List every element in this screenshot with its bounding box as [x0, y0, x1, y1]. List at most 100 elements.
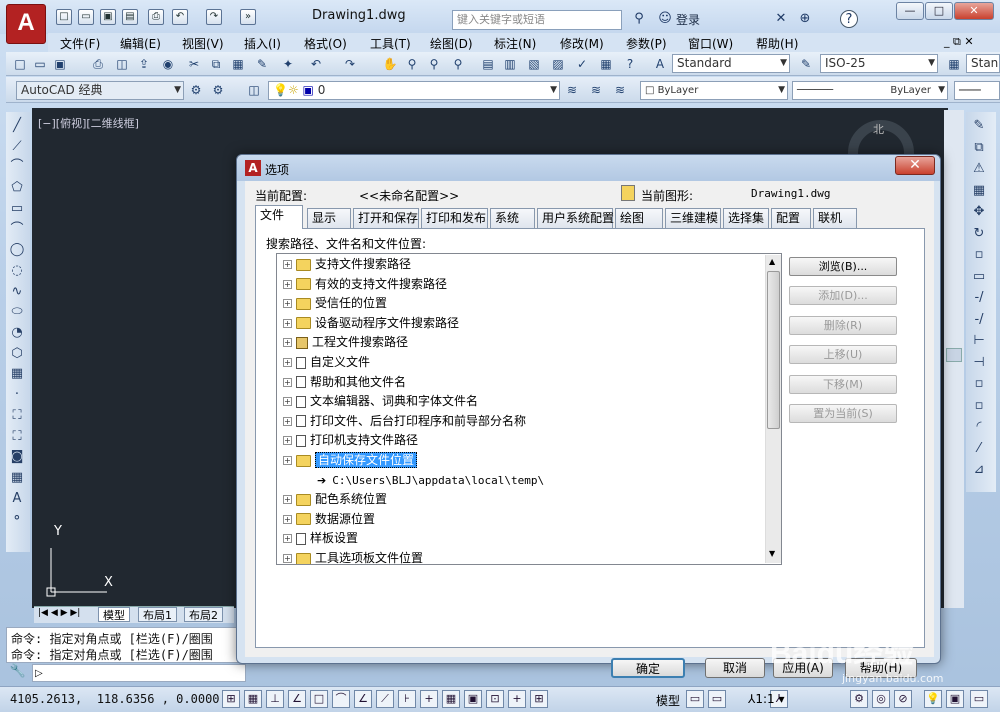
menu-item[interactable]: 窗口(W)	[688, 35, 733, 52]
layer-select[interactable]: 💡☼ ▣ 0 ▼	[268, 81, 560, 100]
save-as-icon[interactable]: ▤	[122, 9, 138, 25]
status-toggle-icon[interactable]: ▭	[708, 690, 726, 708]
modify-tool-icon[interactable]: -/	[970, 289, 988, 307]
tree-row[interactable]: + 设备驱动程序文件搜索路径	[283, 314, 459, 333]
plot-icon[interactable]: ⎙	[90, 56, 106, 72]
status-toggle-icon[interactable]: ⚙	[850, 690, 868, 708]
text-style-select[interactable]: Standard ▼	[672, 54, 790, 73]
help-tb-icon[interactable]: ?	[622, 56, 638, 72]
status-toggle-icon[interactable]: □	[310, 690, 328, 708]
tab-nav-arrows[interactable]: |◀ ◀ ▶ ▶|	[38, 608, 80, 618]
new-file-icon[interactable]: □	[12, 56, 28, 72]
redo-icon[interactable]: ↷	[206, 9, 222, 25]
status-toggle-icon[interactable]: ▣	[464, 690, 482, 708]
menu-item[interactable]: 格式(O)	[304, 35, 347, 52]
status-toggle-icon[interactable]: +	[508, 690, 526, 708]
cut-icon[interactable]: ✂	[186, 56, 202, 72]
options-tab[interactable]: 联机	[813, 208, 857, 228]
draw-tool-icon[interactable]: ◌	[8, 262, 26, 280]
draw-tool-icon[interactable]: ▦	[8, 365, 26, 383]
status-toggle-icon[interactable]: ▦	[244, 690, 262, 708]
draw-tool-icon[interactable]: ⌒	[8, 221, 26, 239]
expand-icon[interactable]: +	[283, 338, 292, 348]
tree-row[interactable]: + 工程文件搜索路径	[283, 333, 408, 352]
modify-tool-icon[interactable]: ✎	[970, 117, 988, 135]
tree-row[interactable]: + 帮助和其他文件名	[283, 373, 406, 392]
coordinate-display[interactable]: 4105.2613, 118.6356 , 0.0000	[10, 692, 220, 706]
expand-icon[interactable]: +	[283, 318, 292, 328]
menu-item[interactable]: 视图(V)	[182, 35, 224, 52]
lineweight-select[interactable]: ───	[954, 81, 1000, 100]
more-icon[interactable]: »	[240, 9, 256, 25]
options-tab[interactable]: 绘图	[615, 208, 663, 228]
tree-row[interactable]: + 打印机支持文件路径	[283, 431, 418, 450]
tree-row[interactable]: + 配色系统位置	[283, 490, 387, 509]
expand-icon[interactable]: +	[283, 397, 292, 407]
options-tab[interactable]: 打开和保存	[353, 208, 419, 228]
modify-tool-icon[interactable]: ▫	[970, 397, 988, 415]
block-editor-icon[interactable]: ✦	[280, 56, 296, 72]
preview-icon[interactable]: ◫	[114, 56, 130, 72]
draw-tool-icon[interactable]: ▭	[8, 200, 26, 218]
draw-tool-icon[interactable]: ◯	[8, 241, 26, 259]
pan-icon[interactable]: ✋	[382, 56, 398, 72]
draw-tool-icon[interactable]: ⛶	[8, 428, 26, 446]
workspace-select[interactable]: AutoCAD 经典 ▼	[16, 81, 184, 100]
undo-tb-icon[interactable]: ↶	[308, 56, 324, 72]
draw-tool-icon[interactable]: ⚬	[8, 510, 26, 528]
menu-item[interactable]: 帮助(H)	[756, 35, 798, 52]
modify-tool-icon[interactable]: ▫	[970, 246, 988, 264]
calculator-icon[interactable]: ▦	[598, 56, 614, 72]
table-style-icon[interactable]: ▦	[946, 56, 962, 72]
draw-tool-icon[interactable]: ⟋	[8, 138, 26, 156]
modify-tool-icon[interactable]: ✥	[970, 203, 988, 221]
search-input[interactable]: 键入关键字或短语	[452, 10, 622, 30]
modify-tool-icon[interactable]: ⊣	[970, 354, 988, 372]
tree-row[interactable]: + 受信任的位置	[283, 294, 387, 313]
annotation-scale[interactable]: ⅄1:1 ▾	[748, 692, 785, 706]
doc-window-controls[interactable]: _ ⧉ ✕	[944, 35, 974, 49]
tree-row[interactable]: + 样板设置	[283, 529, 358, 548]
wrench-icon[interactable]: 🔧	[8, 664, 28, 682]
menu-item[interactable]: 绘图(D)	[430, 35, 473, 52]
status-toggle-icon[interactable]: ▣	[946, 690, 964, 708]
dialog-close-button[interactable]: ✕	[895, 156, 935, 175]
help-icon[interactable]: ?	[840, 10, 858, 28]
exchange-icon[interactable]: ✕	[772, 10, 790, 28]
markup-icon[interactable]: ✓	[574, 56, 590, 72]
options-tab[interactable]: 显示	[307, 208, 351, 228]
tree-scrollbar-thumb[interactable]	[767, 271, 780, 429]
side-button[interactable]: 置为当前(S)	[789, 404, 897, 423]
options-tab[interactable]: 系统	[490, 208, 535, 228]
file-paths-tree[interactable]: + 支持文件搜索路径 + 有效的支持文件搜索路径 + 受信任的位置 + 设备驱动程序文件搜索路…	[276, 253, 782, 565]
color-select[interactable]: □ ByLayer ▼	[640, 81, 788, 100]
draw-tool-icon[interactable]: ⬭	[8, 303, 26, 321]
options-tab[interactable]: 用户系统配置	[537, 208, 614, 228]
tree-row[interactable]: + 打印文件、后台打印程序和前导部分名称	[283, 412, 526, 431]
copy-icon[interactable]: ⧉	[208, 56, 224, 72]
customize-icon[interactable]: ⚙	[210, 82, 226, 98]
draw-tool-icon[interactable]: ◔	[8, 324, 26, 342]
vertical-scrollbar-thumb[interactable]	[946, 348, 962, 362]
status-toggle-icon[interactable]: ⟋	[376, 690, 394, 708]
open-icon[interactable]: ▭	[78, 9, 94, 25]
draw-tool-icon[interactable]: A	[8, 490, 26, 508]
modify-tool-icon[interactable]: ⁄	[970, 440, 988, 458]
binoculars-icon[interactable]: ⚲	[630, 10, 648, 28]
modify-tool-icon[interactable]: ▭	[970, 268, 988, 286]
draw-tool-icon[interactable]: ╱	[8, 117, 26, 135]
zoom-previous-icon[interactable]: ⚲	[450, 56, 466, 72]
modify-tool-icon[interactable]: ◜	[970, 418, 988, 436]
status-toggle-icon[interactable]: ⊞	[222, 690, 240, 708]
status-toggle-icon[interactable]: ⊡	[486, 690, 504, 708]
status-toggle-icon[interactable]: ⊞	[530, 690, 548, 708]
minimize-button[interactable]: —	[896, 2, 924, 20]
make-current-layer-icon[interactable]: ≋	[564, 82, 580, 98]
tab-layout2[interactable]: 布局2	[184, 607, 223, 622]
status-toggle-icon[interactable]: ▭	[686, 690, 704, 708]
viewport-label[interactable]: [−][俯视][二维线框]	[38, 115, 139, 131]
status-toggle-icon[interactable]: ⊥	[266, 690, 284, 708]
side-button[interactable]: 添加(D)...	[789, 286, 897, 306]
scroll-up-icon[interactable]: ▲	[769, 257, 775, 266]
text-style-icon[interactable]: A	[652, 56, 668, 72]
